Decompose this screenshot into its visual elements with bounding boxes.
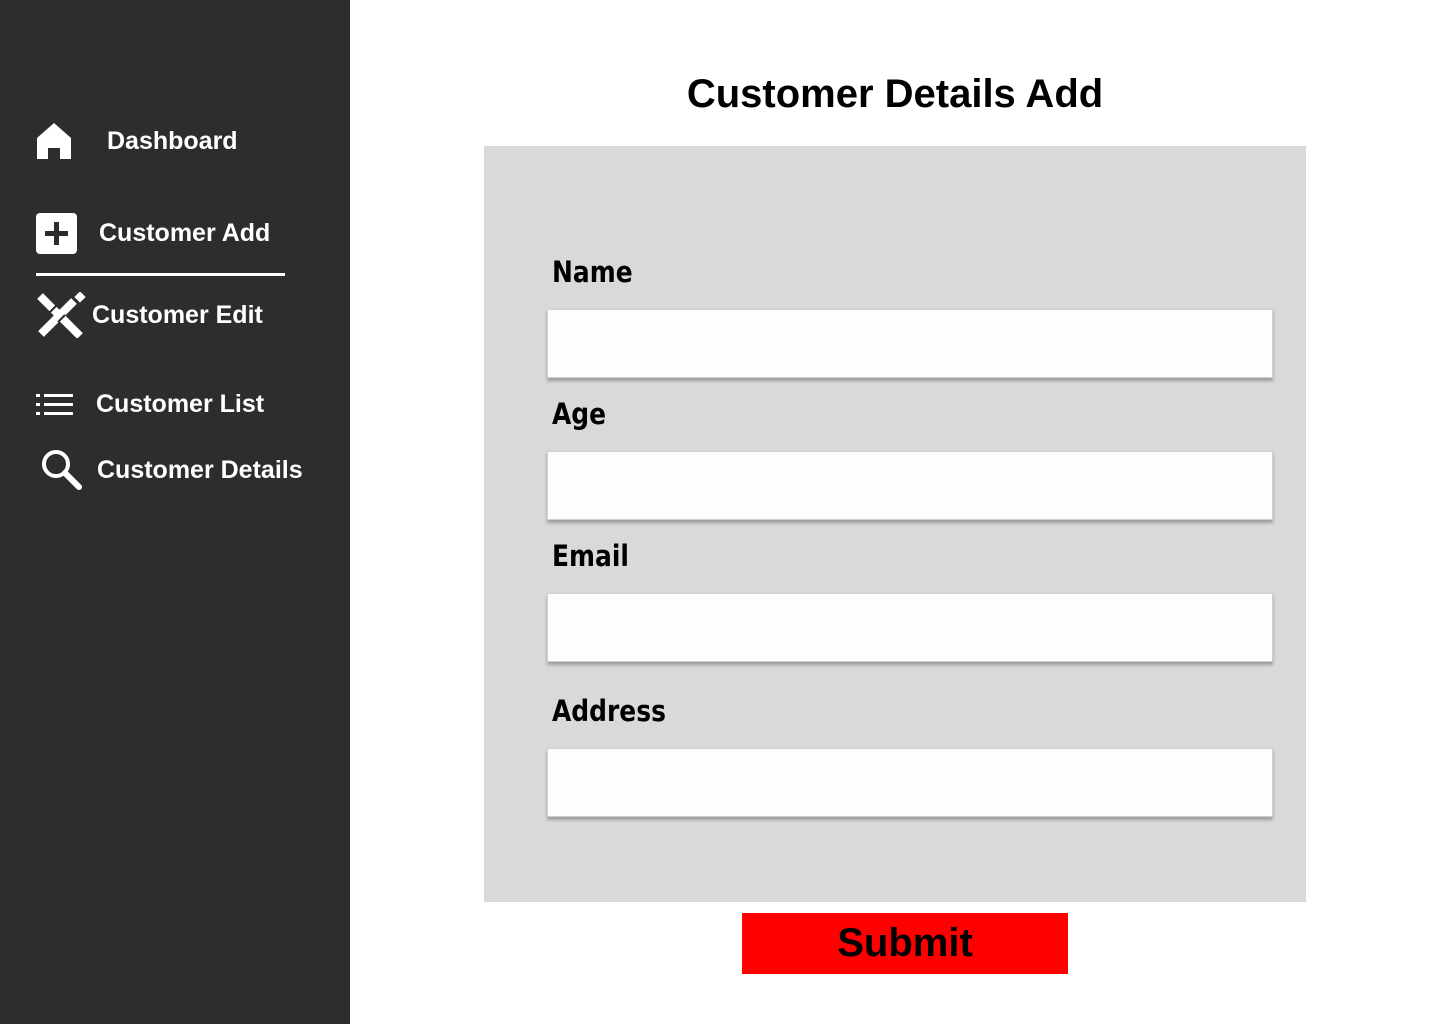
sidebar-item-dashboard[interactable]: Dashboard — [36, 120, 238, 162]
name-label: Name — [552, 255, 633, 289]
email-label: Email — [552, 539, 629, 573]
active-item-underline — [36, 273, 285, 276]
sidebar-item-label: Dashboard — [107, 126, 238, 155]
sidebar-item-label: Customer Details — [97, 455, 303, 484]
address-field[interactable] — [547, 748, 1273, 817]
submit-button[interactable]: Submit — [742, 913, 1068, 974]
sidebar-item-label: Customer Add — [99, 219, 271, 247]
sidebar-item-label: Customer List — [96, 390, 265, 418]
page-title: Customer Details Add — [686, 72, 1104, 116]
sidebar-item-customer-edit[interactable]: Customer Edit — [36, 292, 263, 338]
age-label: Age — [552, 397, 607, 431]
email-field[interactable] — [547, 593, 1273, 662]
customer-form: Name Age Email Address — [484, 146, 1306, 902]
sidebar-item-customer-add[interactable]: Customer Add — [36, 213, 270, 254]
search-icon — [40, 448, 88, 492]
sidebar-item-label: Customer Edit — [92, 300, 263, 329]
address-label: Address — [552, 694, 666, 728]
plus-square-icon — [36, 213, 77, 254]
age-field[interactable] — [547, 451, 1273, 520]
list-icon — [36, 393, 74, 417]
sidebar: Dashboard Customer Add Customer Edit Cus… — [0, 0, 350, 1024]
home-icon — [36, 120, 72, 162]
pencil-ruler-icon — [36, 292, 86, 338]
sidebar-item-customer-details[interactable]: Customer Details — [36, 448, 303, 492]
sidebar-item-customer-list[interactable]: Customer List — [36, 390, 264, 419]
name-field[interactable] — [547, 309, 1273, 378]
